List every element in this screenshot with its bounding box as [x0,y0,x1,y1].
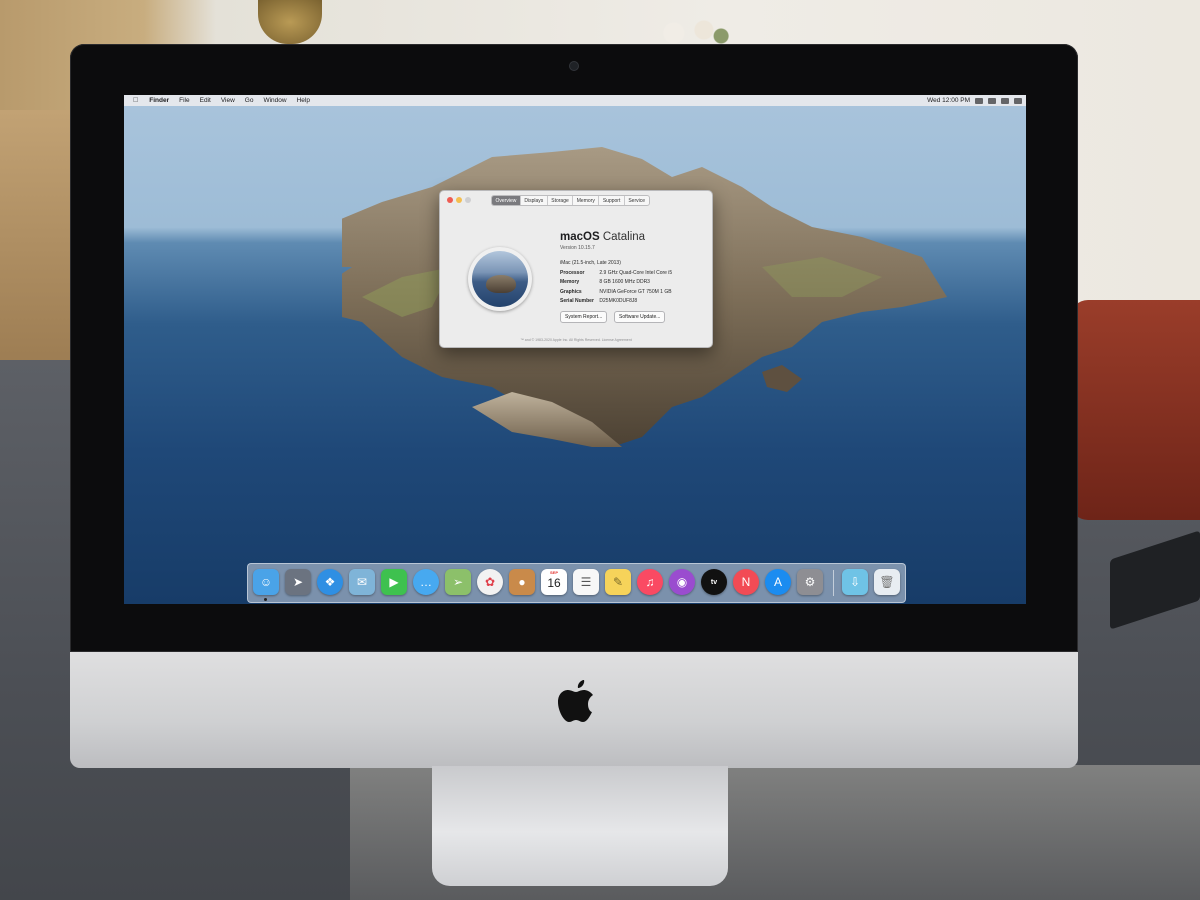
model-name: iMac (21.5-inch, Late 2013) [560,260,621,266]
safari-icon[interactable]: ❖ [317,569,343,595]
badge-wallpaper [472,251,528,307]
apple-menu-icon[interactable]:  [124,97,144,104]
imac-stand [432,766,728,886]
menu-status-area: Wed 12:00 PM [927,95,1022,106]
launchpad-icon[interactable]: ➤ [285,569,311,595]
tab-overview[interactable]: Overview [492,196,521,205]
minimize-window-button[interactable] [456,197,462,203]
spec-list: iMac (21.5-inch, Late 2013) Processor 2.… [560,259,672,307]
trash-icon[interactable]: 🗑 [874,569,900,595]
zoom-window-button[interactable] [465,197,471,203]
badge-island [486,275,516,293]
spec-key: Processor [560,269,585,276]
desktop-screen:  Finder File Edit View Go Window Help W… [124,95,1026,604]
photos-icon[interactable]: ✿ [477,569,503,595]
notes-icon[interactable]: ✎ [605,569,631,595]
messages-icon[interactable]: … [413,569,439,595]
spec-value: NVIDIA GeForce GT 750M 1 GB [599,288,672,295]
spec-key: Serial Number [560,298,594,305]
about-tab-bar: Overview Displays Storage Memory Support… [491,195,650,206]
siri-icon[interactable] [1001,97,1009,104]
camera [570,62,578,70]
app-store-icon[interactable]: A [765,569,791,595]
apple-tv-icon[interactable]: tv [701,569,727,595]
mail-icon[interactable]: ✉ [349,569,375,595]
apple-logo-icon [558,680,593,722]
facetime-icon[interactable]: ▶ [381,569,407,595]
calendar-icon[interactable]: SEP 16 [541,569,567,595]
finder-icon[interactable]: ☺ [253,569,279,595]
close-window-button[interactable] [447,197,453,203]
downloads-folder-icon[interactable]: ⇩ [842,569,868,595]
spec-value: 8 GB 1600 MHz DDR3 [599,279,650,286]
tab-memory[interactable]: Memory [573,196,600,205]
contacts-icon[interactable]: ● [509,569,535,595]
tab-displays[interactable]: Displays [521,196,548,205]
notification-center-icon[interactable] [1014,97,1022,104]
menu-view[interactable]: View [216,97,240,104]
about-this-mac-window: Overview Displays Storage Memory Support… [439,190,713,348]
maps-icon[interactable]: ➢ [445,569,471,595]
macos-catalina-badge-icon [468,247,532,311]
system-report-button[interactable]: System Report... [560,311,608,323]
os-name-light: Catalina [602,231,646,243]
spec-key: Graphics [560,288,582,295]
tab-storage[interactable]: Storage [548,196,574,205]
system-preferences-icon[interactable]: ⚙ [797,569,823,595]
menu-file[interactable]: File [174,97,194,104]
menu-bar:  Finder File Edit View Go Window Help W… [124,95,1026,106]
os-version: Version 10.15.7 [560,245,595,251]
menu-clock[interactable]: Wed 12:00 PM [927,97,970,104]
dock: ☺ ➤ ❖ ✉ ▶ … ➢ ✿ ● SEP 16 ☰ ✎ ♫ ◉ tv N A … [247,563,906,603]
red-chair [1070,300,1200,520]
battery-icon[interactable] [975,97,983,104]
spec-row-serial: Serial Number D25MK0DUF8J8 [560,297,672,307]
news-icon[interactable]: N [733,569,759,595]
menu-window[interactable]: Window [258,97,291,104]
spec-row-graphics: Graphics NVIDIA GeForce GT 750M 1 GB [560,288,672,298]
dock-separator [833,570,834,596]
os-name-bold: macOS [560,231,600,243]
spec-row-memory: Memory 8 GB 1600 MHz DDR3 [560,278,672,288]
menu-edit[interactable]: Edit [195,97,216,104]
menu-finder[interactable]: Finder [144,97,174,104]
tab-service[interactable]: Service [625,196,649,205]
menu-help[interactable]: Help [292,97,315,104]
apple-tv-label: tv [710,578,718,586]
music-icon[interactable]: ♫ [637,569,663,595]
spec-value: D25MK0DUF8J8 [599,298,638,305]
menu-go[interactable]: Go [240,97,259,104]
os-name: macOS Catalina [560,231,645,243]
search-icon[interactable] [988,97,996,104]
spec-row-processor: Processor 2.9 GHz Quad-Core Intel Core i… [560,269,672,279]
calendar-month: SEP [549,570,558,575]
spec-key: Memory [560,279,580,286]
copyright-note: ™ and © 1983-2020 Apple Inc. All Rights … [520,338,632,342]
spec-value: 2.9 GHz Quad-Core Intel Core i5 [599,269,673,276]
podcasts-icon[interactable]: ◉ [669,569,695,595]
finder-running-indicator [264,598,267,601]
tab-support[interactable]: Support [599,196,625,205]
reminders-icon[interactable]: ☰ [573,569,599,595]
calendar-day: 16 [547,576,561,590]
software-update-button[interactable]: Software Update... [614,311,666,323]
